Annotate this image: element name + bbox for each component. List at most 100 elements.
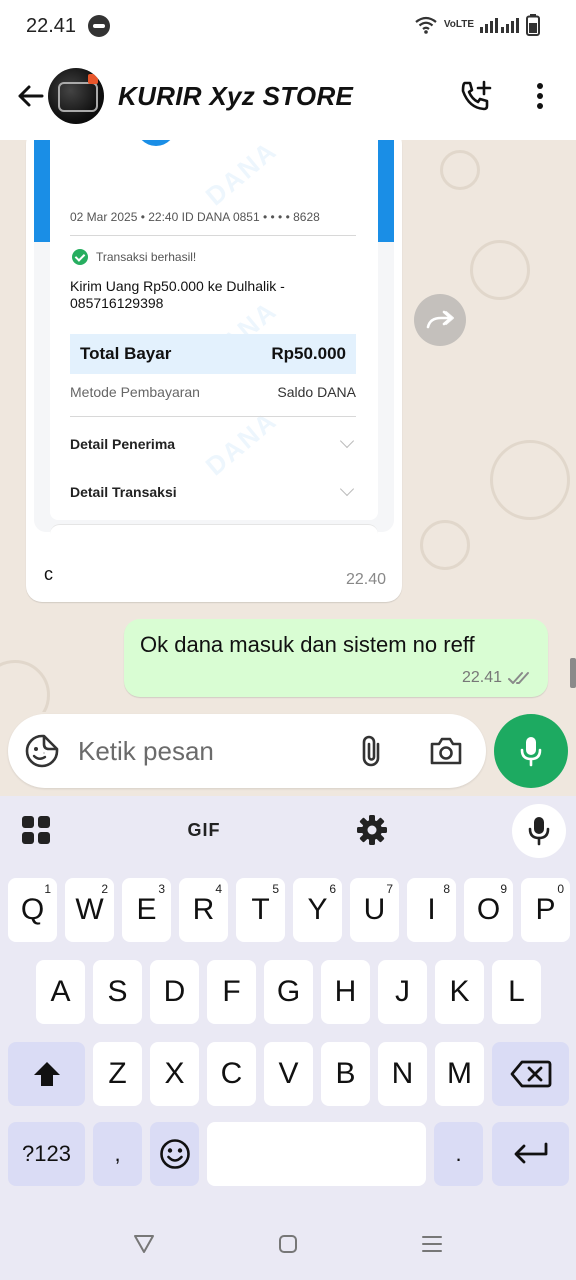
key-hint: 4 <box>215 882 222 896</box>
key-label: W <box>75 893 104 926</box>
key-f[interactable]: F <box>207 960 256 1024</box>
keyboard-settings-button[interactable] <box>348 808 396 852</box>
key-g[interactable]: G <box>264 960 313 1024</box>
menu-lines-icon <box>422 1236 442 1252</box>
space-key[interactable] <box>207 1122 426 1186</box>
voice-typing-button[interactable] <box>512 804 566 858</box>
key-u[interactable]: U7 <box>350 878 399 942</box>
message-input-container <box>8 714 486 788</box>
phone-add-icon <box>461 80 492 111</box>
key-label: I <box>427 893 436 926</box>
key-y[interactable]: Y6 <box>293 878 342 942</box>
attach-button[interactable] <box>354 733 390 769</box>
key-i[interactable]: I8 <box>407 878 456 942</box>
chat-title[interactable]: KURIR Xyz STORE <box>118 81 353 112</box>
key-label: T <box>251 893 270 926</box>
nav-home-button[interactable] <box>268 1226 308 1262</box>
scrollbar-thumb[interactable] <box>570 658 576 688</box>
keyboard: G I F Q 1 W 2 E 3 R 4 T 5 Y 6 U 7 I 8 O 9 … <box>0 796 576 1206</box>
dana-logo-icon <box>136 140 176 146</box>
status-indicators: VoLTE <box>414 14 540 36</box>
key-j[interactable]: J <box>378 960 427 1024</box>
detail-receiver-row: Detail Penerima <box>70 433 356 452</box>
message-input[interactable] <box>78 732 338 770</box>
gif-button[interactable]: GIF <box>180 808 228 852</box>
key-r[interactable]: R4 <box>179 878 228 942</box>
key-k[interactable]: K <box>435 960 484 1024</box>
microphone-icon <box>520 737 542 767</box>
transfer-description: Kirim Uang Rp50.000 ke Dulhalik - 085716… <box>70 278 285 311</box>
key-label: O <box>476 893 501 926</box>
detail-transaction-row: Detail Transaksi <box>70 481 356 500</box>
backspace-key[interactable] <box>492 1042 569 1106</box>
wallpaper-doodle <box>440 150 480 190</box>
symbols-key[interactable]: ?123 <box>8 1122 85 1186</box>
comma-key[interactable]: , <box>93 1122 142 1186</box>
key-n[interactable]: N <box>378 1042 427 1106</box>
wallpaper-doodle <box>0 660 50 712</box>
more-options-button[interactable] <box>520 74 560 118</box>
chevron-down-icon <box>339 433 355 449</box>
forward-button[interactable] <box>414 294 466 346</box>
grid-icon <box>22 816 50 844</box>
key-label: U <box>363 893 386 926</box>
key-d[interactable]: D <box>150 960 199 1024</box>
voice-message-button[interactable] <box>494 714 568 788</box>
key-z[interactable]: Z <box>93 1042 142 1106</box>
key-o[interactable]: O9 <box>464 878 513 942</box>
emoji-key[interactable] <box>150 1122 199 1186</box>
incoming-message[interactable]: DANA DANA DANA 02 Mar 2025 • 22:40 ID DA… <box>26 140 402 602</box>
sticker-icon <box>25 734 59 768</box>
chat-header: KURIR Xyz STORE <box>0 52 576 140</box>
nav-back-button[interactable] <box>124 1226 164 1262</box>
receipt-image[interactable]: DANA DANA DANA 02 Mar 2025 • 22:40 ID DA… <box>34 140 394 532</box>
camera-button[interactable] <box>426 733 466 769</box>
key-w[interactable]: W2 <box>65 878 114 942</box>
key-v[interactable]: V <box>264 1042 313 1106</box>
outgoing-message[interactable]: Ok dana masuk dan sistem no reff 22.41 <box>124 619 548 697</box>
keyboard-toolbar: GIF <box>0 796 576 866</box>
transaction-status: Transaksi berhasil! <box>96 250 197 264</box>
key-q[interactable]: Q1 <box>8 878 57 942</box>
key-e[interactable]: E3 <box>122 878 171 942</box>
apps-button[interactable] <box>12 808 60 852</box>
battery-icon <box>526 14 540 36</box>
key-x[interactable]: X <box>150 1042 199 1106</box>
divider <box>70 235 356 236</box>
nav-recents-button[interactable] <box>412 1226 452 1262</box>
key-a[interactable]: A <box>36 960 85 1024</box>
key-s[interactable]: S <box>93 960 142 1024</box>
sticker-button[interactable] <box>24 733 60 769</box>
enter-icon <box>514 1142 547 1164</box>
emoji-icon <box>159 1139 190 1169</box>
key-label: Q <box>20 893 45 926</box>
period-key[interactable]: . <box>434 1122 483 1186</box>
add-call-button[interactable] <box>454 74 498 118</box>
key-label: Y <box>307 893 328 926</box>
shift-icon <box>33 1062 60 1086</box>
key-t[interactable]: T5 <box>236 878 285 942</box>
key-c[interactable]: C <box>207 1042 256 1106</box>
back-button[interactable] <box>8 74 52 118</box>
dnd-icon <box>88 15 111 37</box>
gif-label: GIF <box>187 819 221 840</box>
chat-area[interactable]: DANA DANA DANA 02 Mar 2025 • 22:40 ID DA… <box>0 140 576 712</box>
shift-key[interactable] <box>8 1042 85 1106</box>
key-hint: 5 <box>272 882 279 896</box>
key-hint: 9 <box>500 882 507 896</box>
enter-key[interactable] <box>492 1122 569 1186</box>
avatar[interactable] <box>48 68 104 124</box>
wallpaper-doodle <box>490 440 570 520</box>
key-hint: 2 <box>101 882 108 896</box>
key-b[interactable]: B <box>321 1042 370 1106</box>
transaction-date: 02 Mar 2025 • 22:40 ID DANA 0851 • • • •… <box>70 210 320 224</box>
status-bar: 22.41 VoLTE <box>0 0 576 52</box>
key-h[interactable]: H <box>321 960 370 1024</box>
signal-icon <box>480 18 519 33</box>
double-check-icon <box>508 672 529 684</box>
key-m[interactable]: M <box>435 1042 484 1106</box>
message-time: 22.40 <box>345 571 386 588</box>
key-l[interactable]: L <box>492 960 541 1024</box>
key-p[interactable]: P0 <box>521 878 570 942</box>
method-label: Metode Pembayaran <box>70 384 200 400</box>
